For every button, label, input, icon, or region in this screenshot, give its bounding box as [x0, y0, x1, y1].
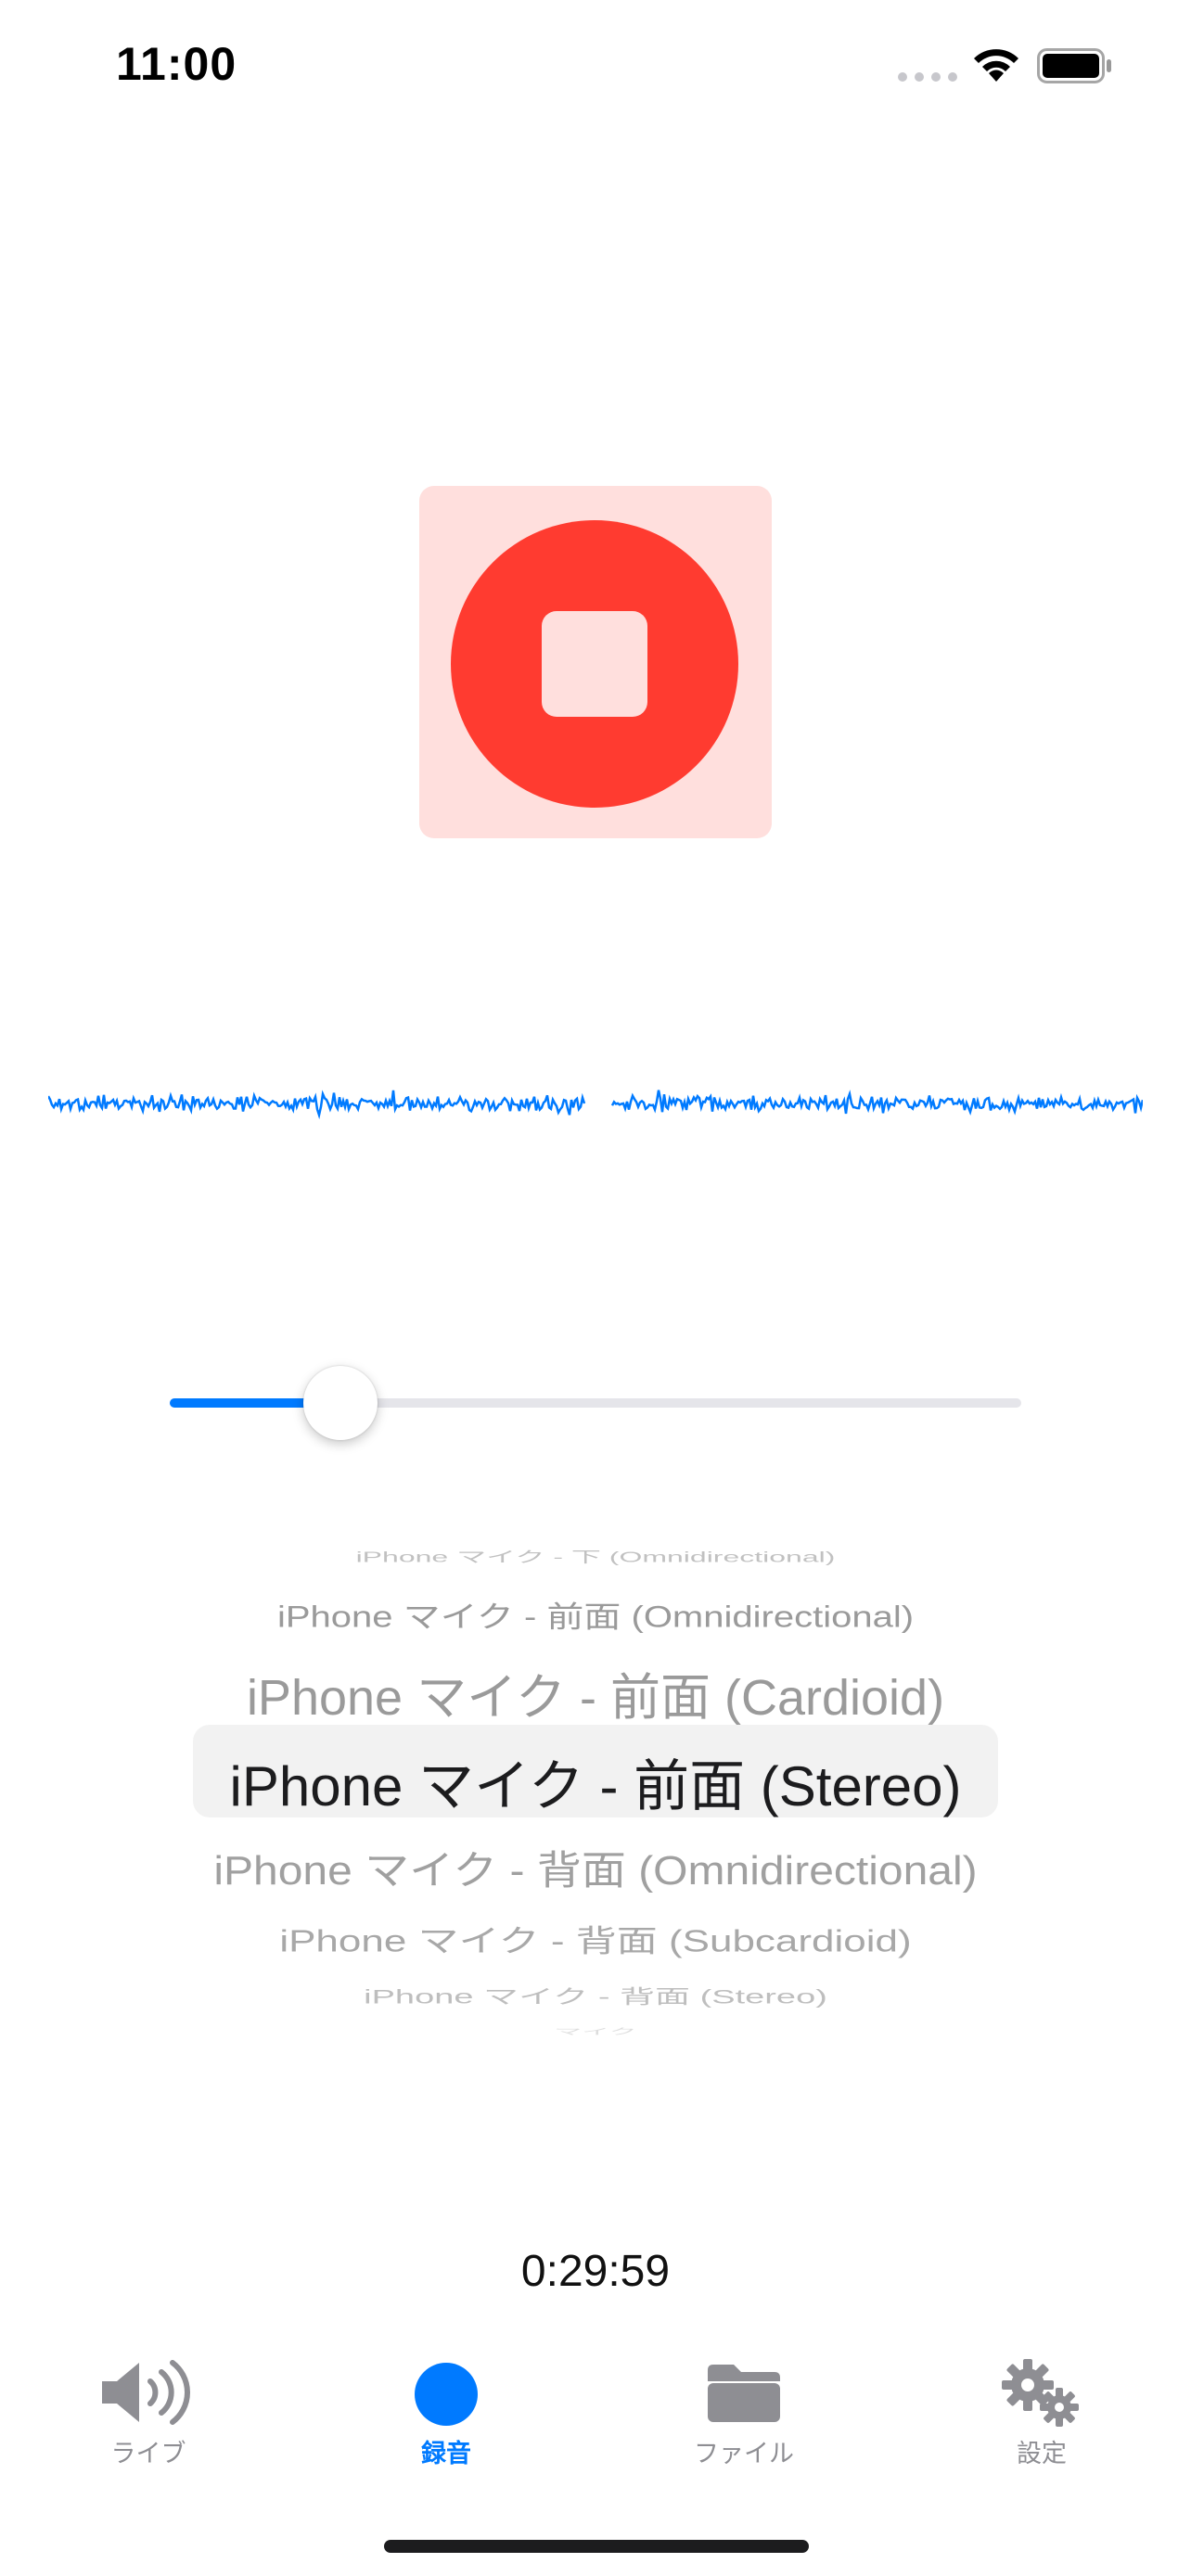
record-dot-icon	[415, 2363, 478, 2426]
gain-slider-thumb[interactable]	[302, 1366, 378, 1440]
picker-option[interactable]: iPhone マイク - 前面 (Omnidirectional)	[0, 1593, 1191, 1636]
tab-settings-label: 設定	[1017, 2440, 1067, 2468]
tab-live-label: ライブ	[110, 2440, 186, 2468]
tab-live[interactable]: ライブ	[56, 2355, 241, 2469]
cellular-signal-icon	[898, 72, 957, 82]
waveform-right-channel	[610, 1090, 1143, 1116]
picker-option[interactable]: iPhone マイク - 下 (Omnidirectional)	[0, 1546, 1191, 1567]
tab-files-label: ファイル	[694, 2440, 794, 2468]
tab-settings[interactable]: 設定	[949, 2355, 1134, 2469]
picker-option[interactable]: iPhone マイク - 背面 (Omnidirectional)	[0, 1838, 1191, 1896]
tab-record-label: 録音	[421, 2440, 471, 2468]
wifi-icon	[974, 49, 1018, 82]
tab-files[interactable]: ファイル	[651, 2355, 837, 2469]
picker-option-selected[interactable]: iPhone マイク - 前面 (Stereo)	[0, 1741, 1191, 1822]
gears-icon	[1002, 2359, 1079, 2427]
status-time: 11:00	[116, 38, 237, 90]
tab-record[interactable]: 録音	[353, 2355, 539, 2469]
waveform-left-channel	[48, 1090, 586, 1120]
home-indicator	[384, 2540, 809, 2553]
picker-option[interactable]: iPhone マイク - 背面 (Subcardioid)	[0, 1916, 1191, 1960]
picker-option[interactable]: マイク	[0, 2024, 1191, 2036]
speaker-icon	[102, 2360, 190, 2425]
audio-waveform	[48, 1090, 1143, 1120]
battery-icon	[1037, 48, 1111, 83]
elapsed-time: 0:29:59	[520, 2247, 671, 2296]
picker-option[interactable]: iPhone マイク - 背面 (Stereo)	[0, 1981, 1191, 2009]
picker-option[interactable]: iPhone マイク - 前面 (Cardioid)	[0, 1656, 1191, 1729]
stop-icon	[542, 611, 647, 717]
folder-icon	[708, 2365, 780, 2422]
